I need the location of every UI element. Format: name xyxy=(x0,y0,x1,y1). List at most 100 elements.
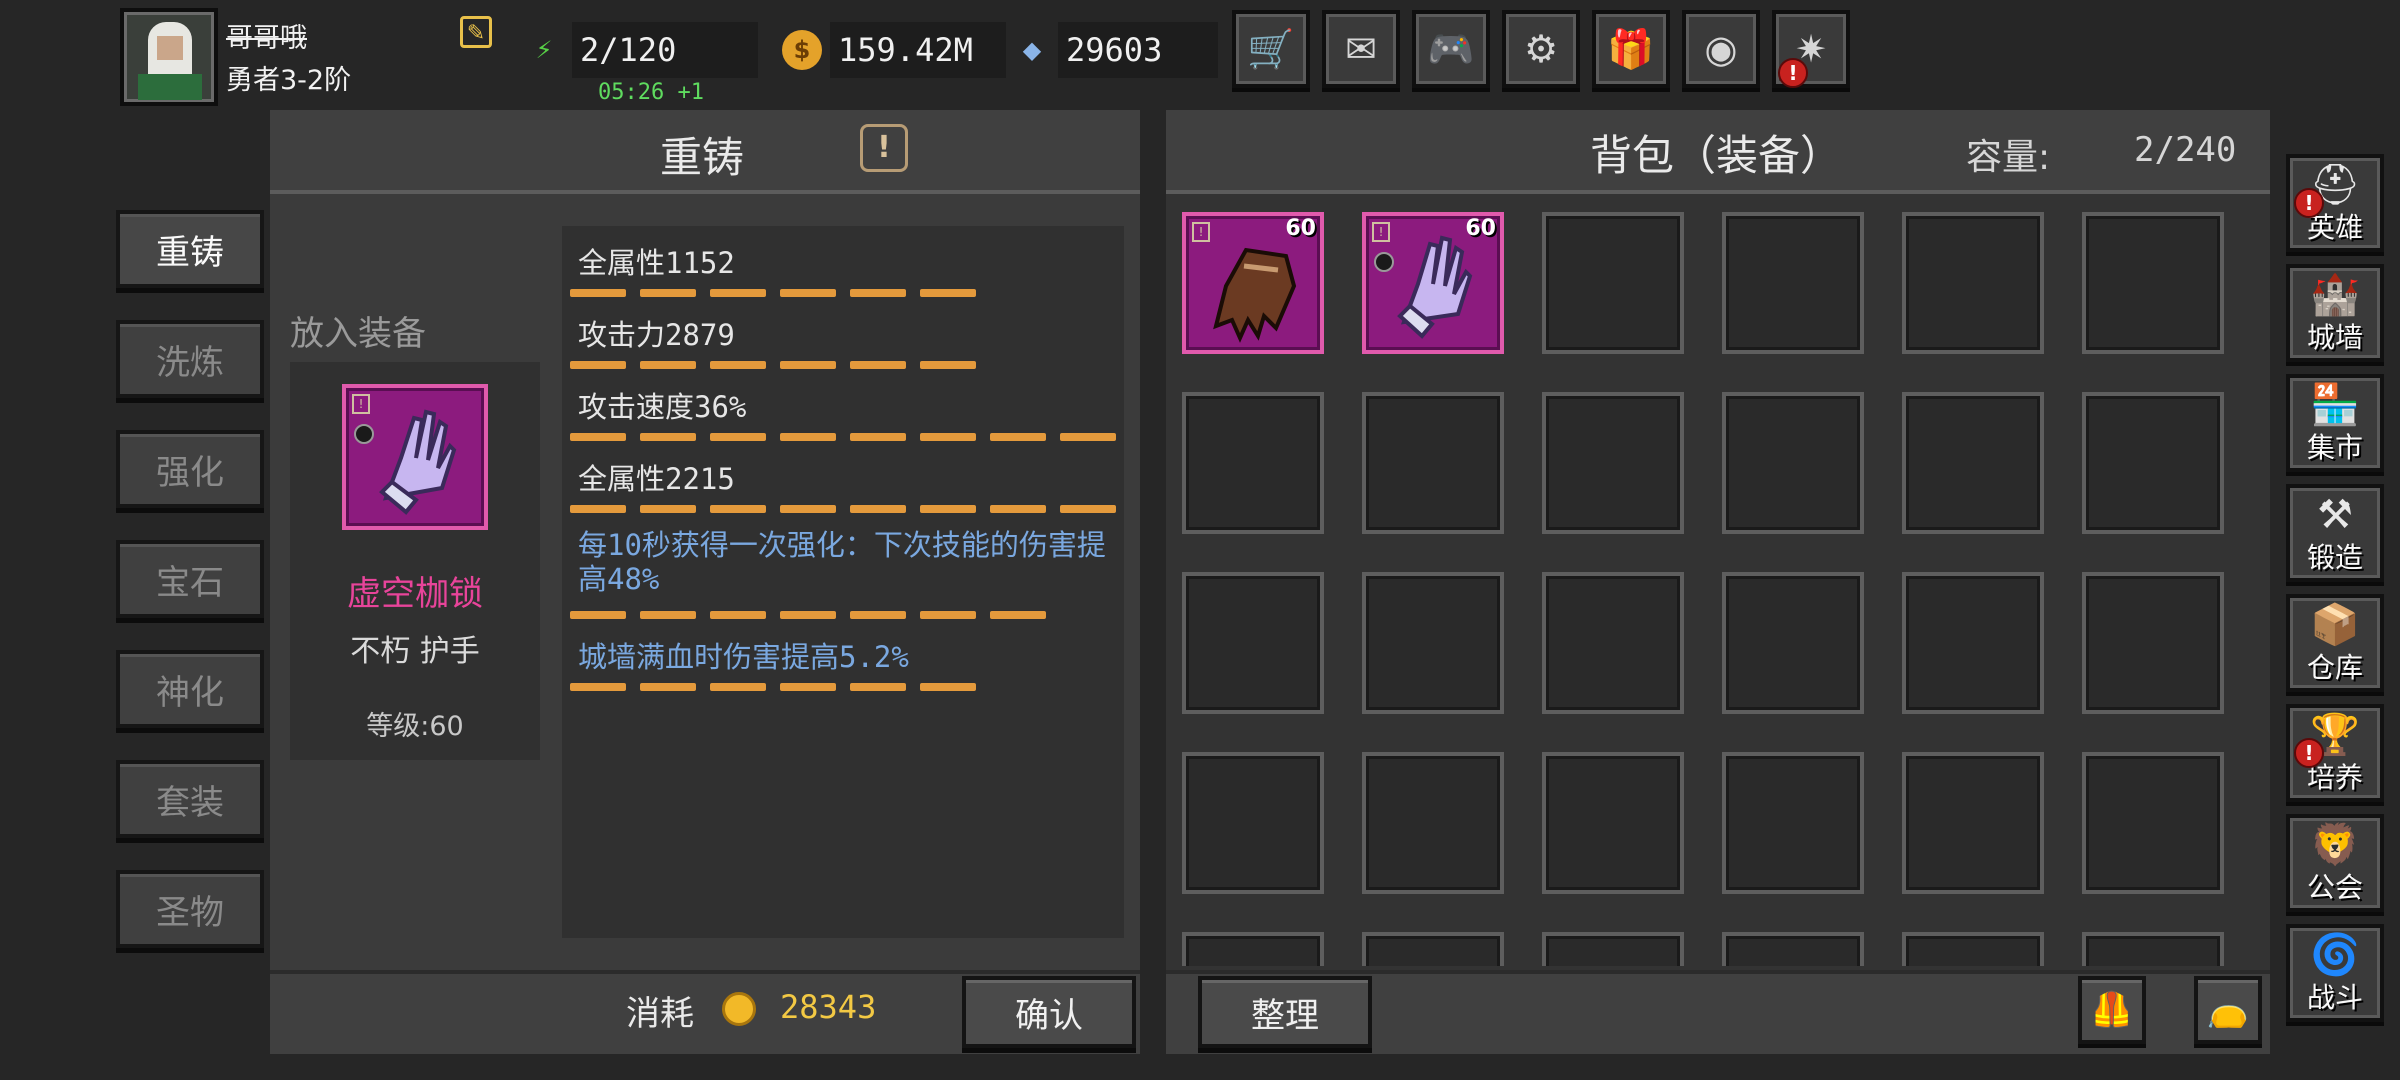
nav-market[interactable]: 🏪 集市 xyxy=(2286,374,2384,472)
nav-label: 集市 xyxy=(2306,431,2363,464)
market-icon: 🏪 xyxy=(2310,382,2360,428)
nav-warehouse[interactable]: 📦 仓库 xyxy=(2286,594,2384,692)
tab-1[interactable]: 洗炼 xyxy=(116,320,264,398)
roll-segment xyxy=(920,505,976,513)
roll-segment xyxy=(920,289,976,297)
nav-label: 锻造 xyxy=(2306,541,2363,574)
bag-empty-slot[interactable] xyxy=(1542,932,1684,966)
mail-button[interactable]: ✉ xyxy=(1322,10,1400,88)
bag-empty-slot[interactable] xyxy=(1542,392,1684,534)
info-icon[interactable]: ! xyxy=(860,124,908,172)
bag-icon-button[interactable]: 👝 xyxy=(2194,976,2262,1044)
guild-icon: 🦁 xyxy=(2310,822,2360,868)
gem-icon: ◆ xyxy=(1022,36,1042,64)
bag-empty-slot[interactable] xyxy=(1722,932,1864,966)
nav-chalice[interactable]: 🏆 培养! xyxy=(2286,704,2384,802)
bag-empty-slot[interactable] xyxy=(1542,212,1684,354)
warehouse-icon: 📦 xyxy=(2310,602,2360,648)
bag-empty-slot[interactable] xyxy=(1182,752,1324,894)
stat-line: 全属性1152 xyxy=(578,246,735,280)
equipment-type: 不朽 护手 xyxy=(350,634,480,669)
edit-name-icon[interactable]: ✎ xyxy=(460,16,492,48)
bag-empty-slot[interactable] xyxy=(1542,572,1684,714)
coin-icon xyxy=(722,992,756,1026)
nav-label: 战斗 xyxy=(2306,981,2363,1014)
settings-button[interactable]: ⚙ xyxy=(1502,10,1580,88)
nav-anvil[interactable]: ⚒ 锻造 xyxy=(2286,484,2384,582)
nav-wall[interactable]: 🏰 城墙 xyxy=(2286,264,2384,362)
tab-6[interactable]: 圣物 xyxy=(116,870,264,948)
roll-segment xyxy=(780,505,836,513)
confirm-button[interactable]: 确认 xyxy=(962,976,1136,1048)
bag-empty-slot[interactable] xyxy=(1722,752,1864,894)
tab-2[interactable]: 强化 xyxy=(116,430,264,508)
roll-segment xyxy=(780,289,836,297)
player-avatar[interactable] xyxy=(120,8,218,106)
equipment-slot[interactable]: ! xyxy=(342,384,488,530)
bag-empty-slot[interactable] xyxy=(1902,752,2044,894)
bag-empty-slot[interactable] xyxy=(1722,572,1864,714)
gift-icon: 🎁 xyxy=(1607,26,1655,71)
capacity-label: 容量: xyxy=(1966,137,2051,178)
roll-segment xyxy=(710,361,766,369)
player-rank: 勇者3-2阶 xyxy=(226,65,352,96)
gamepad-icon: 🎮 xyxy=(1427,26,1475,71)
game-button[interactable]: 🎮 xyxy=(1412,10,1490,88)
bag-item-slot[interactable]: ! 60 xyxy=(1182,212,1324,354)
bag-empty-slot[interactable] xyxy=(1362,572,1504,714)
roll-segment xyxy=(920,361,976,369)
roll-segment xyxy=(570,433,626,441)
roll-segment xyxy=(710,433,766,441)
tab-0[interactable]: 重铸 xyxy=(116,210,264,288)
tab-4[interactable]: 神化 xyxy=(116,650,264,728)
stat-line: 攻击速度36% xyxy=(578,390,747,424)
bag-empty-slot[interactable] xyxy=(1362,392,1504,534)
roll-segment xyxy=(570,361,626,369)
fireworks-button[interactable]: ✷! xyxy=(1772,10,1850,88)
cost-value: 28343 xyxy=(780,988,877,1026)
roll-segment xyxy=(640,505,696,513)
bag-empty-slot[interactable] xyxy=(1542,752,1684,894)
bag-empty-slot[interactable] xyxy=(1902,392,2044,534)
nav-helmet[interactable]: ⛑ 英雄! xyxy=(2286,154,2384,252)
bag-empty-slot[interactable] xyxy=(1722,392,1864,534)
bag-empty-slot[interactable] xyxy=(1182,932,1324,966)
bag-empty-slot[interactable] xyxy=(1902,212,2044,354)
energy-timer: 05:26 +1 xyxy=(598,80,704,105)
bag-title: 背包（装备） xyxy=(1590,131,1843,180)
gift-button[interactable]: 🎁 xyxy=(1592,10,1670,88)
bag-item-slot[interactable]: ! 60 xyxy=(1362,212,1504,354)
bag-empty-slot[interactable] xyxy=(1362,932,1504,966)
tab-5[interactable]: 套装 xyxy=(116,760,264,838)
roll-segment xyxy=(570,289,626,297)
bag-empty-slot[interactable] xyxy=(2082,572,2224,714)
bag-empty-slot[interactable] xyxy=(1902,572,2044,714)
bag-empty-slot[interactable] xyxy=(1182,572,1324,714)
roll-segment xyxy=(850,505,906,513)
put-equipment-label: 放入装备 xyxy=(290,314,426,354)
bag-empty-slot[interactable] xyxy=(2082,212,2224,354)
alert-badge: ! xyxy=(1778,58,1808,88)
nav-guild[interactable]: 🦁 公会 xyxy=(2286,814,2384,912)
roll-segment xyxy=(570,683,626,691)
bag-empty-slot[interactable] xyxy=(2082,932,2224,966)
bag-empty-slot[interactable] xyxy=(1722,212,1864,354)
roll-segment xyxy=(640,289,696,297)
armor-filter-button[interactable]: 🦺 xyxy=(2078,976,2146,1044)
roll-segment xyxy=(920,683,976,691)
bag-empty-slot[interactable] xyxy=(1182,392,1324,534)
shop-button[interactable]: 🛒 xyxy=(1232,10,1310,88)
nav-portal[interactable]: 🌀 战斗 xyxy=(2286,924,2384,1022)
sort-button[interactable]: 整理 xyxy=(1198,976,1372,1048)
tab-3[interactable]: 宝石 xyxy=(116,540,264,618)
bag-empty-slot[interactable] xyxy=(1362,752,1504,894)
bag-empty-slot[interactable] xyxy=(2082,392,2224,534)
energy-icon: ⚡ xyxy=(535,36,553,64)
roll-segment xyxy=(570,611,626,619)
bag-empty-slot[interactable] xyxy=(1902,932,2044,966)
wheel-button[interactable]: ◉ xyxy=(1682,10,1760,88)
brown-gauntlet-icon xyxy=(1213,247,1297,343)
mail-icon: ✉ xyxy=(1345,27,1377,71)
roll-segment xyxy=(710,505,766,513)
bag-empty-slot[interactable] xyxy=(2082,752,2224,894)
